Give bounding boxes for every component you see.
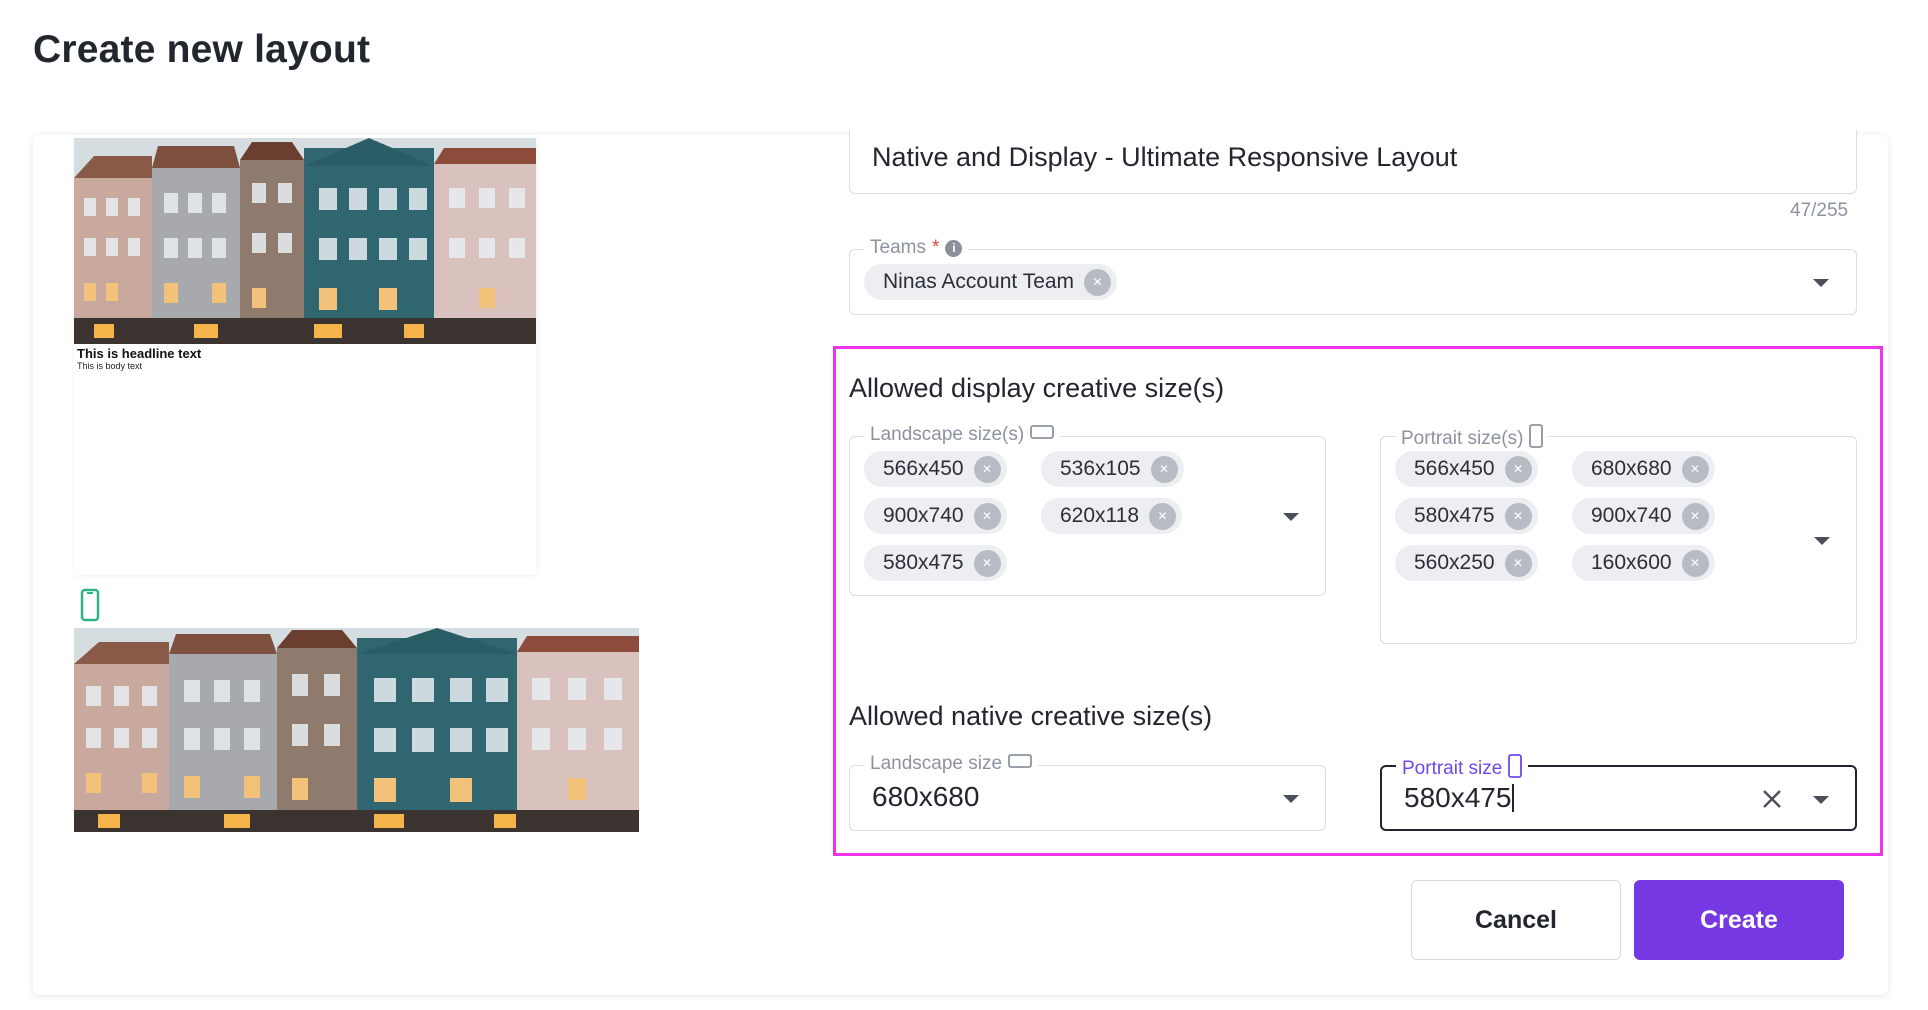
native-landscape-size-select[interactable]: Landscape size 680x680	[849, 753, 1326, 831]
chip-remove-icon[interactable]: ✕	[1504, 455, 1532, 483]
layout-name-field[interactable]: Native and Display - Ultimate Responsive…	[849, 130, 1857, 194]
portrait-preview-image	[74, 628, 639, 832]
text-cursor	[1512, 784, 1515, 812]
landscape-size-value: 680x680	[872, 781, 980, 812]
portrait-size-label: Portrait size	[1396, 754, 1529, 784]
chevron-down-icon[interactable]	[1813, 279, 1829, 287]
landscape-sizes-label: Landscape size(s)	[864, 424, 1061, 446]
chevron-down-icon[interactable]	[1813, 796, 1829, 804]
cancel-button[interactable]: Cancel	[1411, 880, 1621, 960]
preview-body-text: This is body text	[77, 361, 143, 371]
chip-remove-icon[interactable]: ✕	[1149, 502, 1177, 530]
chip-remove-icon[interactable]: ✕	[1504, 502, 1532, 530]
portrait-sizes-label: Portrait size(s)	[1395, 424, 1550, 454]
portrait-device-icon	[1529, 424, 1544, 454]
chip-remove-icon[interactable]: ✕	[973, 455, 1001, 483]
size-chip: 900x740 ✕	[864, 498, 1007, 534]
native-sizes-title: Allowed native creative size(s)	[849, 701, 1213, 731]
display-portrait-sizes-select[interactable]: Portrait size(s) 566x450 ✕ 680x680 ✕ 580x4…	[1380, 424, 1857, 644]
teams-select[interactable]: Teams * i Ninas Account Team ✕	[849, 237, 1857, 315]
chip-remove-icon[interactable]: ✕	[1681, 455, 1709, 483]
display-landscape-sizes-select[interactable]: Landscape size(s) 566x450 ✕ 536x105 ✕ 900x…	[849, 424, 1326, 596]
chip-remove-icon[interactable]: ✕	[1681, 502, 1709, 530]
portrait-size-input[interactable]: 580x475	[1404, 782, 1515, 814]
landscape-preview-image	[74, 138, 536, 344]
native-portrait-size-select[interactable]: Portrait size 580x475	[1380, 754, 1857, 831]
size-chip: 566x450 ✕	[864, 451, 1007, 487]
team-chip: Ninas Account Team ✕	[864, 264, 1118, 300]
chevron-down-icon[interactable]	[1283, 513, 1299, 521]
landscape-device-icon	[1030, 424, 1055, 446]
portrait-device-icon	[1508, 754, 1523, 784]
char-counter: 47/255	[1790, 200, 1849, 221]
size-chip: 560x250 ✕	[1395, 545, 1538, 581]
chip-remove-icon[interactable]: ✕	[1150, 455, 1178, 483]
chip-remove-icon[interactable]: ✕	[973, 502, 1001, 530]
required-indicator: *	[931, 237, 940, 258]
clear-icon[interactable]	[1759, 786, 1785, 812]
display-sizes-title: Allowed display creative size(s)	[849, 373, 1225, 403]
size-chip: 566x450 ✕	[1395, 451, 1538, 487]
chip-remove-icon[interactable]: ✕	[1504, 549, 1532, 577]
chevron-down-icon[interactable]	[1283, 795, 1299, 803]
landscape-size-label: Landscape size	[864, 753, 1039, 775]
chevron-down-icon[interactable]	[1814, 537, 1830, 545]
size-chip: 536x105 ✕	[1041, 451, 1184, 487]
size-chip: 680x680 ✕	[1572, 451, 1715, 487]
create-button[interactable]: Create	[1634, 880, 1844, 960]
size-chip: 160x600 ✕	[1572, 545, 1715, 581]
chip-remove-icon[interactable]: ✕	[1681, 549, 1709, 577]
size-chip: 620x118 ✕	[1041, 498, 1183, 534]
landscape-device-icon	[1008, 753, 1032, 775]
chip-remove-icon[interactable]: ✕	[1084, 268, 1112, 296]
portrait-phone-icon	[80, 588, 100, 622]
info-icon[interactable]: i	[945, 239, 963, 257]
page-title: Create new layout	[33, 28, 371, 71]
teams-label: Teams * i	[864, 237, 969, 259]
size-chip: 580x475 ✕	[1395, 498, 1538, 534]
size-chip: 580x475 ✕	[864, 545, 1007, 581]
chip-remove-icon[interactable]: ✕	[973, 549, 1001, 577]
preview-headline: This is headline text	[77, 346, 202, 361]
layout-name-input[interactable]: Native and Display - Ultimate Responsive…	[872, 142, 1457, 173]
size-chip: 900x740 ✕	[1572, 498, 1715, 534]
